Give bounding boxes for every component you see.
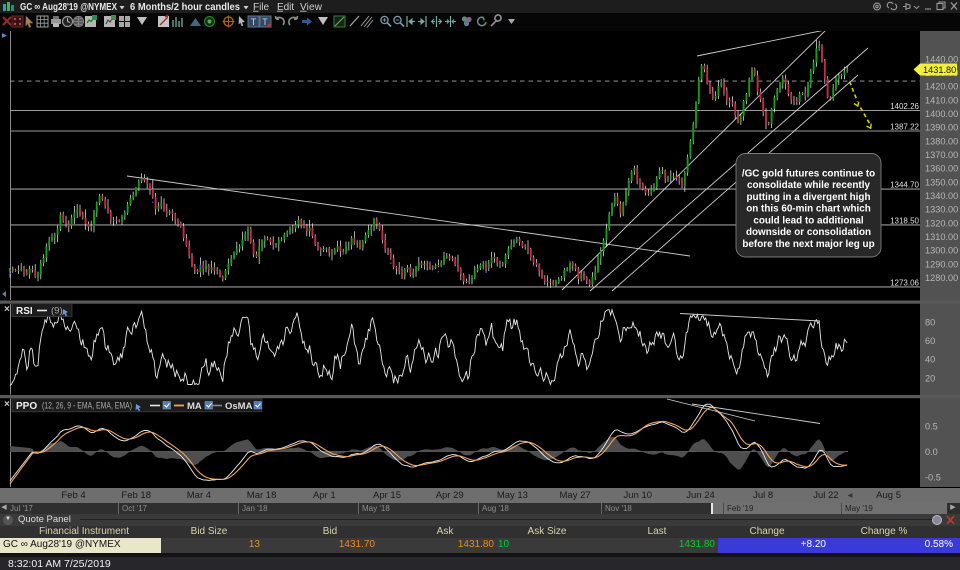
svg-text:1320.00: 1320.00 — [925, 218, 958, 228]
svg-text:×: × — [4, 304, 10, 315]
svg-text:1420.00: 1420.00 — [925, 82, 958, 92]
svg-text:1370.00: 1370.00 — [925, 150, 958, 160]
svg-text:(12, 26, 9 - EMA, EMA, EMA): (12, 26, 9 - EMA, EMA, EMA) — [42, 401, 132, 412]
svg-text:T: T — [251, 17, 257, 27]
svg-text:1273.06: 1273.06 — [890, 278, 919, 287]
svg-text:40: 40 — [925, 355, 935, 365]
svg-text:1390.00: 1390.00 — [925, 123, 958, 133]
svg-text:(9): (9) — [51, 306, 63, 317]
svg-text:1360.00: 1360.00 — [925, 164, 958, 174]
svg-text:-0.5: -0.5 — [925, 472, 941, 482]
svg-text:1440.00: 1440.00 — [925, 54, 958, 64]
svg-text:1330.00: 1330.00 — [925, 205, 958, 215]
svg-text:1431.80: 1431.80 — [923, 65, 956, 75]
svg-text:RSI: RSI — [16, 306, 33, 317]
svg-text:×: × — [4, 399, 10, 410]
svg-text:1400.00: 1400.00 — [925, 109, 958, 119]
svg-text:60: 60 — [925, 336, 935, 346]
svg-text:/GC gold futures continue to: /GC gold futures continue to — [742, 169, 875, 180]
svg-text:1310.00: 1310.00 — [925, 232, 958, 242]
svg-text:1318.50: 1318.50 — [890, 216, 919, 225]
svg-text:1387.22: 1387.22 — [890, 123, 919, 132]
svg-text:1290.00: 1290.00 — [925, 259, 958, 269]
svg-text:0.5: 0.5 — [925, 422, 938, 432]
svg-text:could lead to additional: could lead to additional — [753, 215, 864, 226]
svg-text:20: 20 — [925, 373, 935, 383]
svg-text:PPO: PPO — [16, 401, 37, 412]
svg-text:80: 80 — [925, 318, 935, 328]
svg-text:GC ∞ Aug28'19 @NYMEX: GC ∞ Aug28'19 @NYMEX — [20, 1, 117, 13]
svg-text:putting in a divergent high: putting in a divergent high — [747, 192, 871, 203]
svg-text:0.0: 0.0 — [925, 447, 938, 457]
svg-text:OsMA: OsMA — [225, 401, 253, 412]
svg-text:before the next major leg up: before the next major leg up — [742, 239, 874, 250]
svg-text:1402.26: 1402.26 — [890, 102, 919, 111]
svg-text:T: T — [262, 17, 268, 27]
svg-text:downside or consolidation: downside or consolidation — [746, 227, 871, 238]
svg-text:on this 60-min chart which: on this 60-min chart which — [746, 204, 871, 215]
svg-text:1340.00: 1340.00 — [925, 191, 958, 201]
svg-text:consolidate while recently: consolidate while recently — [747, 180, 870, 191]
svg-text:1350.00: 1350.00 — [925, 177, 958, 187]
svg-text:1380.00: 1380.00 — [925, 136, 958, 146]
svg-text:1344.70: 1344.70 — [890, 181, 919, 190]
svg-text:1300.00: 1300.00 — [925, 246, 958, 256]
svg-text:1280.00: 1280.00 — [925, 273, 958, 283]
svg-text:6 Months/2 hour candles: 6 Months/2 hour candles — [130, 1, 240, 13]
svg-text:MA: MA — [187, 401, 202, 412]
svg-text:1410.00: 1410.00 — [925, 95, 958, 105]
